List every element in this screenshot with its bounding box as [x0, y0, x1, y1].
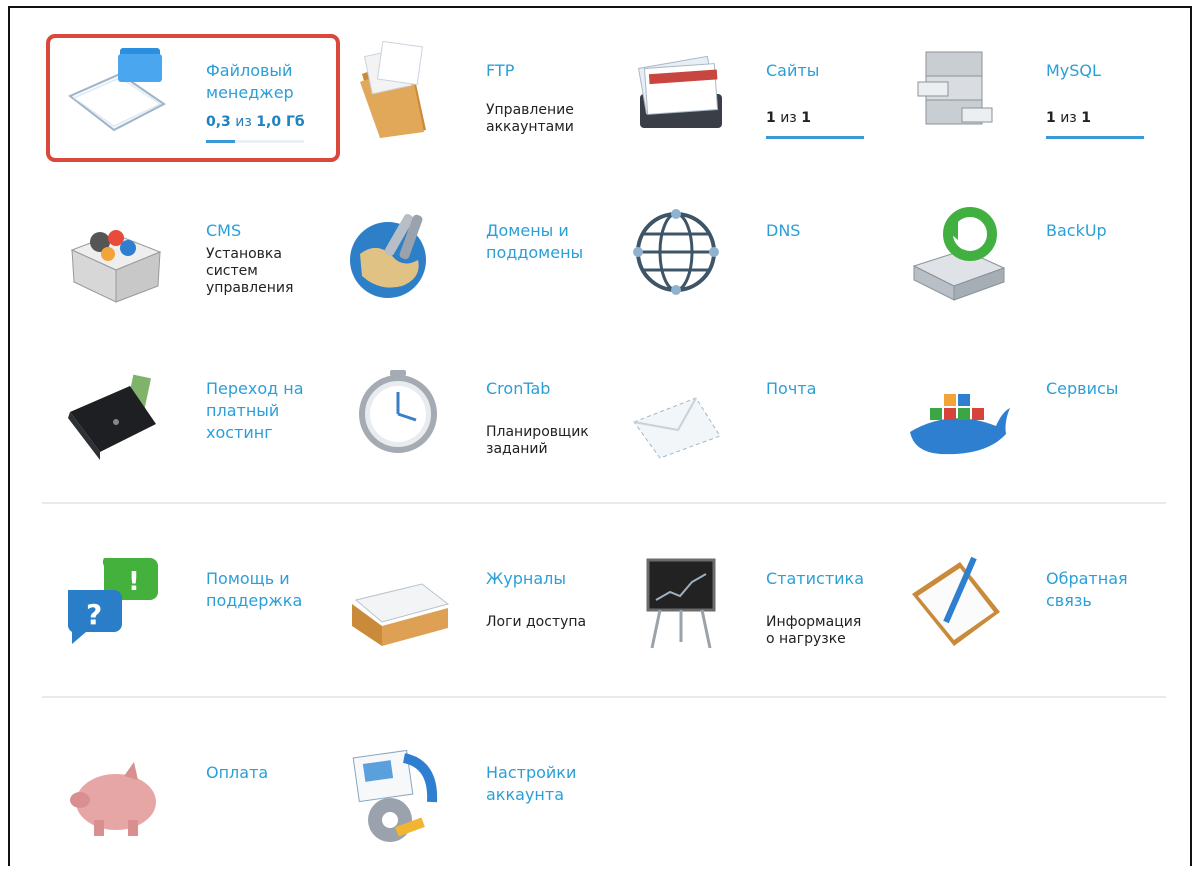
tile-help[interactable]: ! ? Помощь и поддержка	[50, 532, 330, 682]
database-drawers-icon	[917, 51, 993, 125]
crontab-desc: Планировщик заданий	[486, 424, 589, 457]
services-title[interactable]: Сервисы	[1046, 378, 1176, 400]
svg-text:?: ?	[86, 598, 102, 631]
tile-mysql[interactable]: MySQL 1 из 1	[890, 24, 1170, 174]
file-manager-usage: 0,3 из 1,0 Гб	[206, 114, 305, 130]
network-globe-icon	[633, 209, 719, 295]
mysql-title[interactable]: MySQL	[1046, 60, 1176, 82]
tile-dns[interactable]: DNS	[610, 184, 890, 334]
tile-domains[interactable]: Домены и поддомены	[330, 184, 610, 334]
sites-progress	[766, 136, 864, 139]
control-panel: Файловый менеджер 0,3 из 1,0 Гб FTP Упра…	[8, 6, 1192, 866]
tile-account-settings[interactable]: Настройки аккаунта	[330, 726, 610, 876]
mysql-progress	[1046, 136, 1144, 139]
backup-drive-icon	[912, 207, 1006, 301]
sites-cards-icon	[637, 55, 722, 128]
paid-hosting-title[interactable]: Переход на платный хостинг	[206, 378, 336, 444]
chart-board-icon	[646, 558, 716, 649]
cms-desc: Установка систем управления	[206, 246, 294, 296]
domains-title[interactable]: Домены и поддомены	[486, 220, 616, 264]
divider	[42, 502, 1166, 504]
cms-title[interactable]: CMS	[206, 220, 336, 242]
file-manager-icon	[68, 48, 166, 132]
payment-title[interactable]: Оплата	[206, 762, 336, 784]
svg-text:!: !	[128, 567, 140, 597]
mail-title[interactable]: Почта	[766, 378, 896, 400]
file-manager-progress	[206, 140, 304, 143]
envelope-icon	[633, 397, 721, 459]
ftp-title[interactable]: FTP	[486, 60, 616, 82]
sites-usage: 1 из 1	[766, 110, 811, 126]
tile-feedback[interactable]: Обратная связь	[890, 532, 1170, 682]
piggy-bank-icon	[70, 762, 156, 836]
tile-stats[interactable]: Статистика Информация о нагрузке	[610, 532, 890, 682]
clock-icon	[359, 370, 437, 453]
tile-paid-hosting[interactable]: Переход на платный хостинг	[50, 342, 330, 492]
tile-sites[interactable]: Сайты 1 из 1	[610, 24, 890, 174]
crontab-title[interactable]: CronTab	[486, 378, 616, 400]
help-bubbles-icon: ! ?	[67, 558, 158, 644]
tile-services[interactable]: Сервисы	[890, 342, 1170, 492]
account-settings-title[interactable]: Настройки аккаунта	[486, 762, 616, 806]
tile-backup[interactable]: BackUp	[890, 184, 1170, 334]
whale-containers-icon	[910, 394, 1010, 455]
wallet-icon	[68, 374, 156, 460]
stats-desc: Информация о нагрузке	[766, 614, 862, 647]
stats-title[interactable]: Статистика	[766, 568, 896, 590]
tile-ftp[interactable]: FTP Управление аккаунтами	[330, 24, 610, 174]
tile-file-manager[interactable]: Файловый менеджер 0,3 из 1,0 Гб	[50, 24, 330, 174]
cms-box-icon	[70, 230, 162, 303]
tile-crontab[interactable]: CronTab Планировщик заданий	[330, 342, 610, 492]
logs-title[interactable]: Журналы	[486, 568, 616, 590]
file-manager-title[interactable]: Файловый менеджер	[206, 60, 336, 104]
sites-title[interactable]: Сайты	[766, 60, 896, 82]
feedback-title[interactable]: Обратная связь	[1046, 568, 1176, 612]
ftp-desc: Управление аккаунтами	[486, 102, 574, 135]
divider	[42, 696, 1166, 698]
logs-desc: Логи доступа	[486, 614, 587, 630]
tile-logs[interactable]: Журналы Логи доступа	[330, 532, 610, 682]
clipboard-pen-icon	[912, 556, 1000, 646]
tile-payment[interactable]: Оплата	[50, 726, 330, 876]
ftp-folder-icon	[360, 40, 426, 138]
mysql-usage: 1 из 1	[1046, 110, 1091, 126]
help-title[interactable]: Помощь и поддержка	[206, 568, 336, 612]
backup-title[interactable]: BackUp	[1046, 220, 1176, 242]
tile-cms[interactable]: CMS Установка систем управления	[50, 184, 330, 334]
globe-keys-icon	[350, 214, 426, 298]
logs-box-icon	[352, 583, 450, 646]
dns-title[interactable]: DNS	[766, 220, 896, 242]
tile-mail[interactable]: Почта	[610, 342, 890, 492]
settings-gear-icon	[352, 749, 438, 842]
